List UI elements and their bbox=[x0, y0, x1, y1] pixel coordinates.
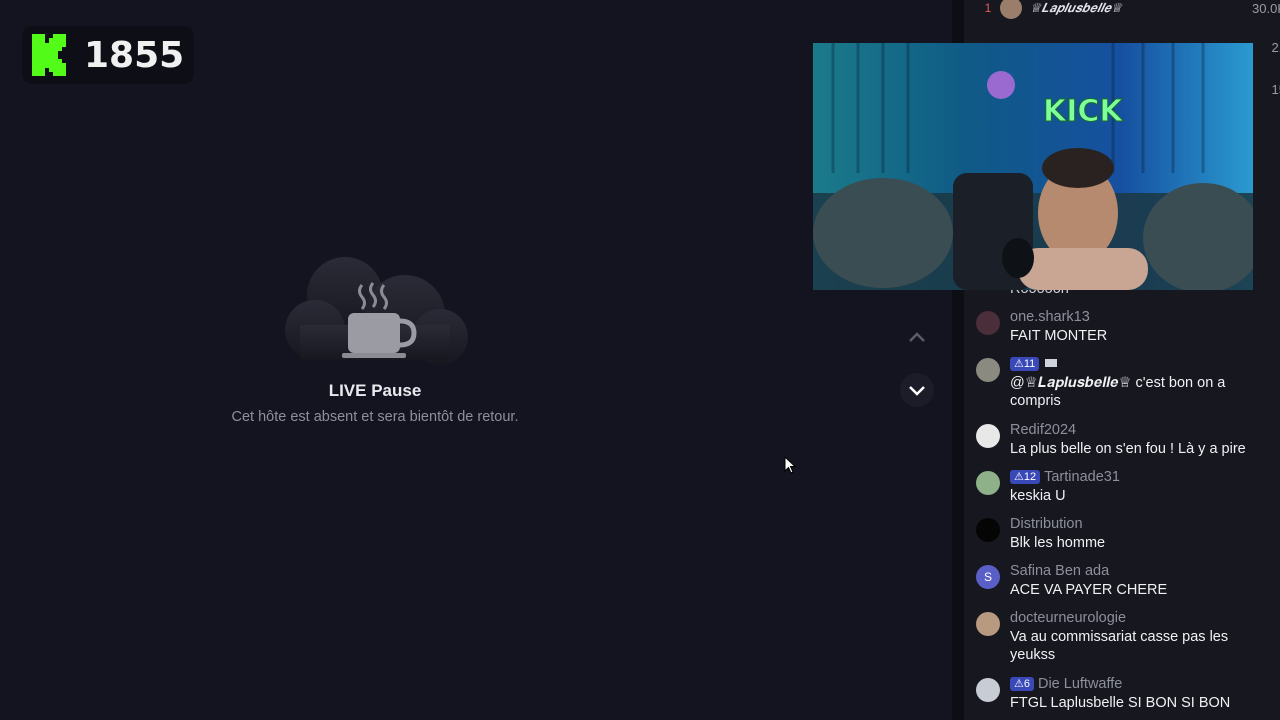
avatar[interactable] bbox=[976, 358, 1000, 382]
viewer-count-badge: 1855 bbox=[22, 26, 194, 84]
avatar bbox=[1000, 0, 1022, 19]
leaderboard-row: 1 ♕𝑳𝒂𝒑𝒍𝒖𝒔𝒃𝒆𝒍𝒍𝒆♕ 30.0K bbox=[976, 0, 1280, 19]
message-text: Va au commissariat casse pas les yeukss bbox=[1010, 628, 1229, 664]
message-text: FTGL Laplusbelle SI BON SI BON bbox=[1010, 694, 1231, 711]
pause-subtitle: Cet hôte est absent et sera bientôt de r… bbox=[231, 409, 519, 425]
chat-message: Distribution Blk les homme bbox=[976, 515, 1276, 552]
stream-player[interactable]: 1855 LIVE Pause Cet hôte est absent et s… bbox=[0, 0, 952, 720]
avatar[interactable] bbox=[976, 471, 1000, 495]
message-text: keskia U bbox=[1010, 487, 1066, 504]
mouse-cursor-icon bbox=[784, 456, 796, 474]
coffee-cup-icon bbox=[285, 257, 468, 365]
message-text: ACE VA PAYER CHERE bbox=[1010, 581, 1168, 598]
chat-message: S Safina Ben ada ACE VA PAYER CHERE bbox=[976, 562, 1276, 599]
avatar[interactable] bbox=[976, 424, 1000, 448]
chat-message: ⚠12 Tartinade31 keskia U bbox=[976, 468, 1276, 505]
webcam-frame: KICK bbox=[813, 43, 1253, 290]
kick-logo-icon bbox=[32, 34, 66, 76]
chat-message: Redif2024 La plus belle on s'en fou ! Là… bbox=[976, 421, 1276, 458]
leaderboard-name: ♕𝑳𝒂𝒑𝒍𝒖𝒔𝒃𝒆𝒍𝒍𝒆♕ bbox=[1030, 0, 1123, 15]
neon-sign-text: KICK bbox=[1043, 94, 1124, 129]
avatar[interactable] bbox=[976, 311, 1000, 335]
chat-message: ⚠6 Die Luftwaffe FTGL Laplusbelle SI BON … bbox=[976, 675, 1276, 712]
chat-username[interactable]: Tartinade31 bbox=[1044, 469, 1120, 485]
chat-message: one.shark13 FAIT MONTER bbox=[976, 308, 1276, 345]
leaderboard-value: 30.0K bbox=[1252, 0, 1280, 16]
pause-panel: LIVE Pause Cet hôte est absent et sera b… bbox=[200, 255, 550, 425]
chat-username[interactable]: Safina Ben ada bbox=[1010, 562, 1167, 581]
message-text: La plus belle on s'en fou ! Là y a pire bbox=[1010, 440, 1246, 457]
picture-in-picture-video[interactable]: KICK bbox=[813, 43, 1253, 290]
viewer-count: 1855 bbox=[84, 34, 185, 76]
message-text: FAIT MONTER bbox=[1010, 327, 1108, 344]
leaderboard-value: 15 bbox=[1271, 81, 1280, 97]
avatar[interactable] bbox=[976, 518, 1000, 542]
flag-icon bbox=[1045, 359, 1058, 367]
previous-stream-chevron-up-icon[interactable] bbox=[902, 322, 932, 352]
subscriber-badge: ⚠12 bbox=[1010, 470, 1041, 484]
message-text: @♕𝑳𝒂𝒑𝒍𝒖𝒔𝒃𝒆𝒍𝒍𝒆♕ c'est bon on a compris bbox=[1010, 374, 1226, 410]
subscriber-badge: ⚠11 bbox=[1010, 357, 1040, 371]
message-text: Blk les homme bbox=[1010, 534, 1106, 551]
chat-username[interactable]: one.shark13 bbox=[1010, 308, 1107, 327]
next-stream-chevron-down-icon[interactable] bbox=[900, 373, 934, 407]
leaderboard-value: 21 bbox=[1271, 39, 1280, 55]
chat-message: docteurneurologie Va au commissariat cas… bbox=[976, 609, 1276, 665]
pause-title: LIVE Pause bbox=[328, 381, 422, 400]
chat-username[interactable]: Redif2024 bbox=[1010, 421, 1246, 440]
subscriber-badge: ⚠6 bbox=[1010, 677, 1034, 691]
chat-username[interactable]: Die Luftwaffe bbox=[1038, 676, 1122, 692]
chat-username[interactable]: Distribution bbox=[1010, 515, 1105, 534]
avatar[interactable] bbox=[976, 678, 1000, 702]
avatar[interactable]: S bbox=[976, 565, 1000, 589]
leaderboard-rank: 1 bbox=[984, 1, 992, 15]
chat-username[interactable]: docteurneurologie bbox=[1010, 609, 1276, 628]
avatar[interactable] bbox=[976, 612, 1000, 636]
chat-message: ⚠11 @♕𝑳𝒂𝒑𝒍𝒖𝒔𝒃𝒆𝒍𝒍𝒆♕ c'est bon on a compri… bbox=[976, 355, 1276, 411]
